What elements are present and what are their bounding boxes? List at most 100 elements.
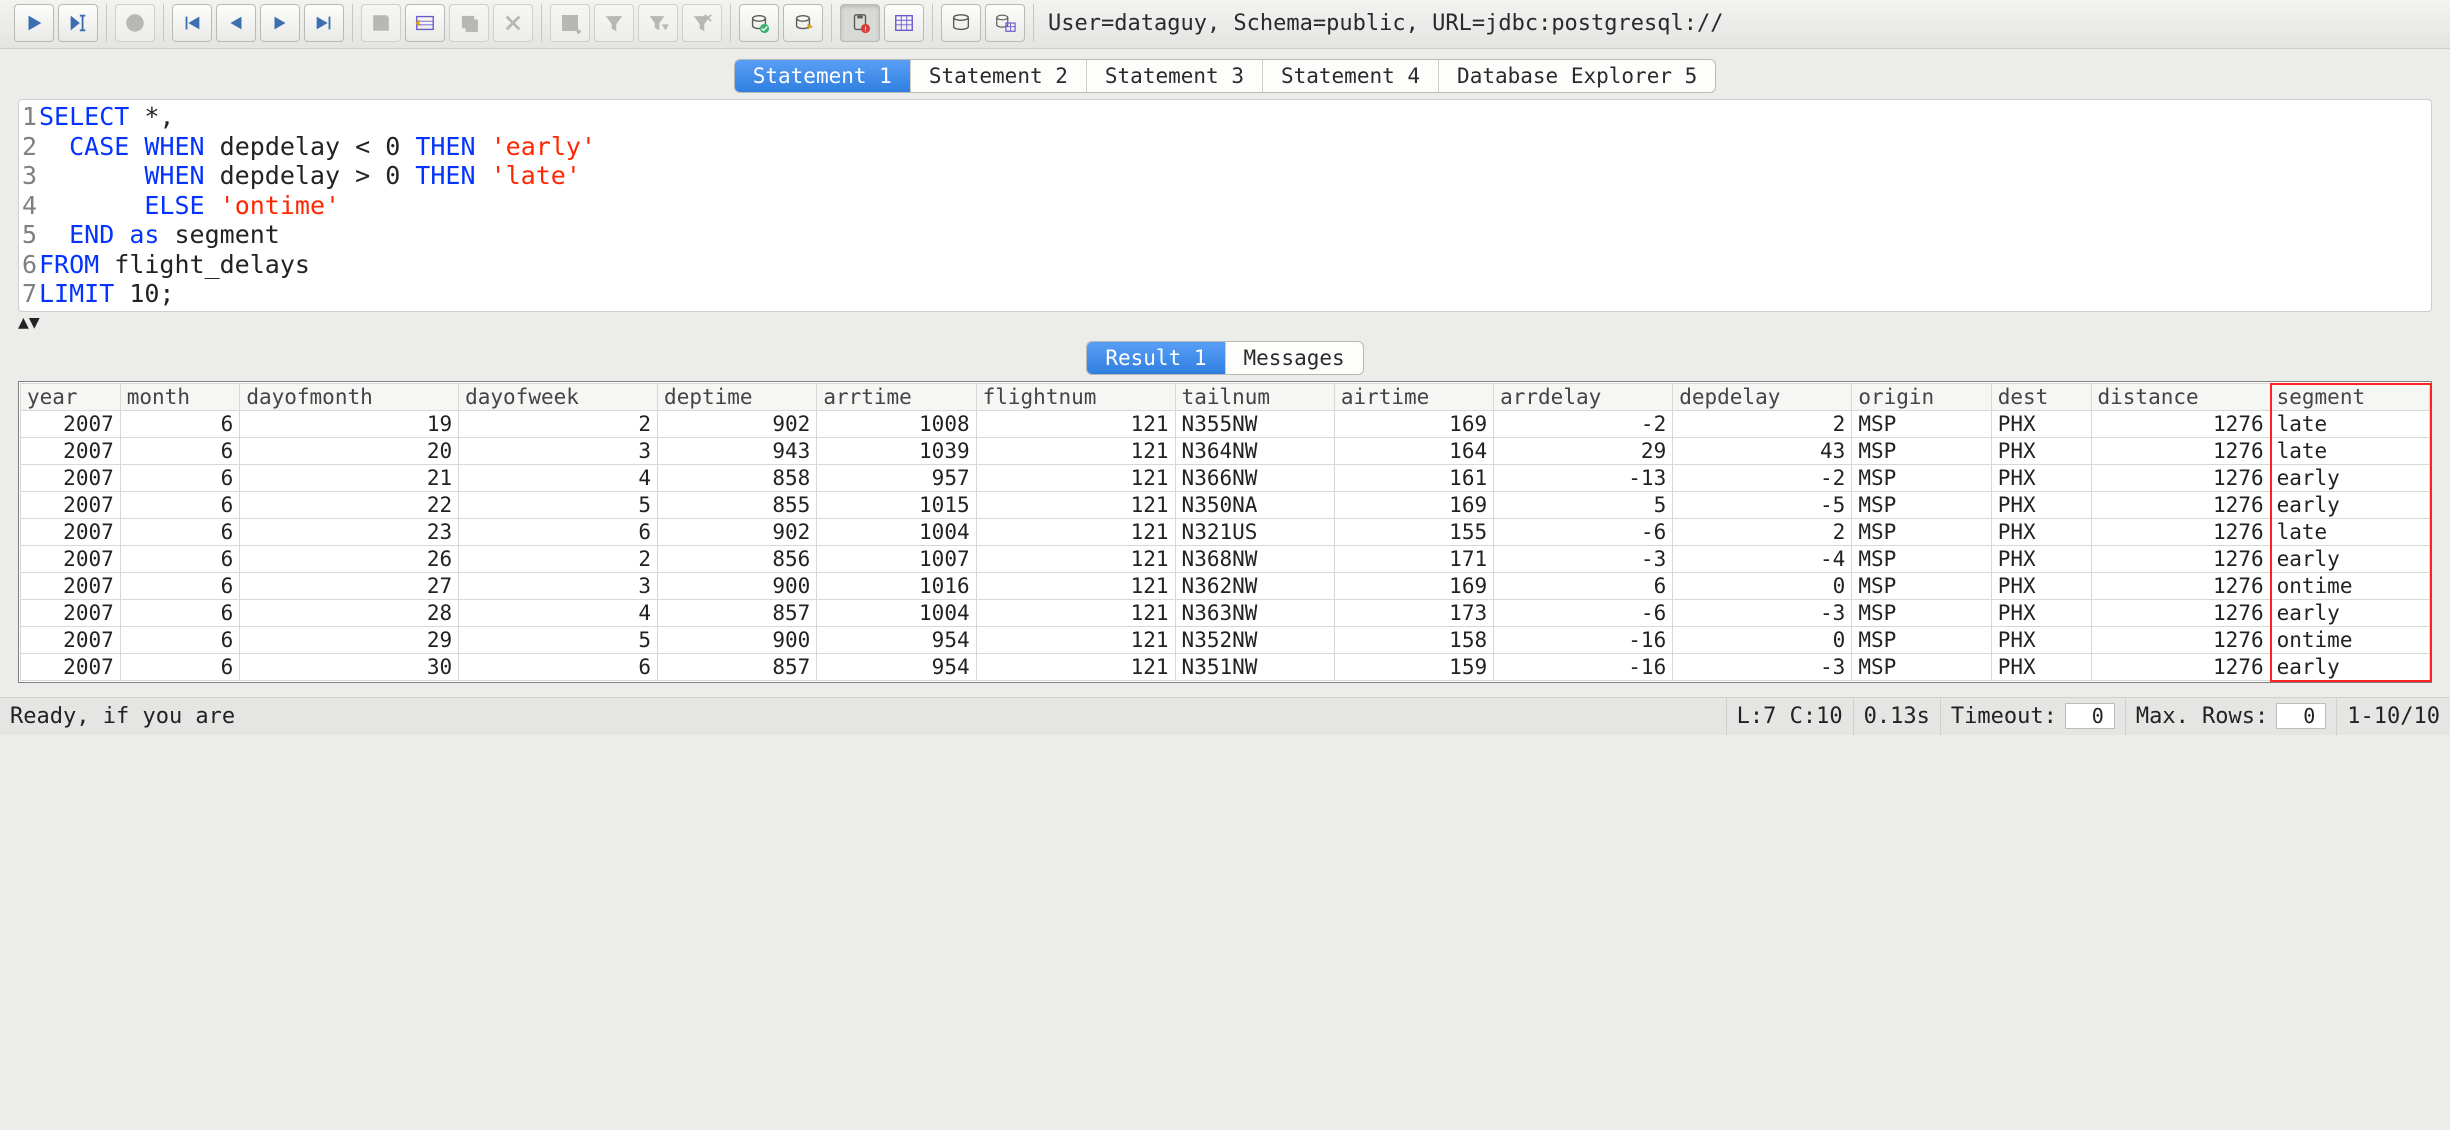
cell[interactable]: 858 xyxy=(658,464,817,491)
cell[interactable]: 1004 xyxy=(817,599,976,626)
column-header[interactable]: arrtime xyxy=(817,383,976,410)
cell[interactable]: -16 xyxy=(1494,653,1673,680)
statement-tab[interactable]: Statement 4 xyxy=(1263,60,1439,92)
cell[interactable]: MSP xyxy=(1852,626,1991,653)
cell[interactable]: 1039 xyxy=(817,437,976,464)
statement-tab[interactable]: Statement 1 xyxy=(735,60,911,92)
table-row[interactable]: 200762258551015121N350NA1695-5MSPPHX1276… xyxy=(21,491,2430,518)
cell[interactable]: PHX xyxy=(1991,437,2091,464)
execute-cursor-button[interactable] xyxy=(58,4,98,42)
cell[interactable]: N366NW xyxy=(1175,464,1334,491)
cell[interactable]: -13 xyxy=(1494,464,1673,491)
cell[interactable]: 2 xyxy=(459,410,658,437)
cell[interactable]: MSP xyxy=(1852,599,1991,626)
cell[interactable]: 2007 xyxy=(21,518,121,545)
table-row[interactable]: 200762848571004121N363NW173-6-3MSPPHX127… xyxy=(21,599,2430,626)
cell[interactable]: 1008 xyxy=(817,410,976,437)
cell[interactable]: -2 xyxy=(1494,410,1673,437)
cell[interactable]: 2007 xyxy=(21,464,121,491)
table-row[interactable]: 200762628561007121N368NW171-3-4MSPPHX127… xyxy=(21,545,2430,572)
prev-record-button[interactable] xyxy=(216,4,256,42)
cell[interactable]: 1007 xyxy=(817,545,976,572)
cell[interactable]: 1276 xyxy=(2091,464,2270,491)
cell[interactable]: 21 xyxy=(240,464,459,491)
cell[interactable]: 957 xyxy=(817,464,976,491)
cell[interactable]: 29 xyxy=(1494,437,1673,464)
cell[interactable]: PHX xyxy=(1991,545,2091,572)
column-header[interactable]: arrdelay xyxy=(1494,383,1673,410)
cell[interactable]: 6 xyxy=(459,653,658,680)
cell[interactable]: late xyxy=(2270,410,2429,437)
table-row[interactable]: 20076306857954121N351NW159-16-3MSPPHX127… xyxy=(21,653,2430,680)
cell[interactable]: 3 xyxy=(459,437,658,464)
cell[interactable]: 121 xyxy=(976,626,1175,653)
table-row[interactable]: 200762739001016121N362NW16960MSPPHX1276o… xyxy=(21,572,2430,599)
column-header[interactable]: year xyxy=(21,383,121,410)
cell[interactable]: 6 xyxy=(120,626,240,653)
cell[interactable]: 2007 xyxy=(21,626,121,653)
cell[interactable]: MSP xyxy=(1852,437,1991,464)
cell[interactable]: 159 xyxy=(1334,653,1493,680)
table-row[interactable]: 20076295900954121N352NW158-160MSPPHX1276… xyxy=(21,626,2430,653)
cell[interactable]: -5 xyxy=(1673,491,1852,518)
cell[interactable]: -6 xyxy=(1494,518,1673,545)
cell[interactable]: N351NW xyxy=(1175,653,1334,680)
cell[interactable]: 20 xyxy=(240,437,459,464)
cell[interactable]: 121 xyxy=(976,491,1175,518)
cell[interactable]: 22 xyxy=(240,491,459,518)
sql-editor[interactable]: 1SELECT *,2 CASE WHEN depdelay < 0 THEN … xyxy=(18,99,2432,312)
cell[interactable]: N362NW xyxy=(1175,572,1334,599)
cell[interactable]: 43 xyxy=(1673,437,1852,464)
cell[interactable]: 954 xyxy=(817,626,976,653)
cell[interactable]: -16 xyxy=(1494,626,1673,653)
cell[interactable]: 23 xyxy=(240,518,459,545)
column-header[interactable]: dest xyxy=(1991,383,2091,410)
cell[interactable]: MSP xyxy=(1852,653,1991,680)
cell[interactable]: N321US xyxy=(1175,518,1334,545)
cell[interactable]: 1276 xyxy=(2091,437,2270,464)
cell[interactable]: 161 xyxy=(1334,464,1493,491)
cell[interactable]: 6 xyxy=(120,572,240,599)
column-header[interactable]: flightnum xyxy=(976,383,1175,410)
cell[interactable]: 2007 xyxy=(21,572,121,599)
cell[interactable]: 2007 xyxy=(21,410,121,437)
result-tab[interactable]: Messages xyxy=(1226,342,1363,374)
cell[interactable]: N368NW xyxy=(1175,545,1334,572)
cell[interactable]: early xyxy=(2270,545,2429,572)
table-row[interactable]: 200762039431039121N364NW1642943MSPPHX127… xyxy=(21,437,2430,464)
cell[interactable]: 26 xyxy=(240,545,459,572)
cell[interactable]: 4 xyxy=(459,464,658,491)
cell[interactable]: 6 xyxy=(120,518,240,545)
cell[interactable]: 855 xyxy=(658,491,817,518)
cell[interactable]: PHX xyxy=(1991,626,2091,653)
column-header[interactable]: deptime xyxy=(658,383,817,410)
cell[interactable]: ontime xyxy=(2270,572,2429,599)
next-record-button[interactable] xyxy=(260,4,300,42)
first-record-button[interactable] xyxy=(172,4,212,42)
cell[interactable]: 171 xyxy=(1334,545,1493,572)
cell[interactable]: 121 xyxy=(976,653,1175,680)
cell[interactable]: 169 xyxy=(1334,491,1493,518)
db-object-button[interactable] xyxy=(941,4,981,42)
cell[interactable]: -3 xyxy=(1673,599,1852,626)
cell[interactable]: 121 xyxy=(976,572,1175,599)
last-record-button[interactable] xyxy=(304,4,344,42)
cell[interactable]: 6 xyxy=(120,437,240,464)
cell[interactable]: 4 xyxy=(459,599,658,626)
cell[interactable]: 6 xyxy=(120,599,240,626)
cell[interactable]: 2007 xyxy=(21,599,121,626)
column-header[interactable]: tailnum xyxy=(1175,383,1334,410)
cell[interactable]: 6 xyxy=(459,518,658,545)
cell[interactable]: 121 xyxy=(976,518,1175,545)
cell[interactable]: late xyxy=(2270,437,2429,464)
cell[interactable]: 158 xyxy=(1334,626,1493,653)
editor-resize-handle[interactable]: ▲▼ xyxy=(0,312,2450,333)
execute-button[interactable] xyxy=(14,4,54,42)
cell[interactable]: 27 xyxy=(240,572,459,599)
cell[interactable]: MSP xyxy=(1852,491,1991,518)
maxrows-value[interactable]: 0 xyxy=(2276,703,2326,729)
rollback-button[interactable] xyxy=(783,4,823,42)
cell[interactable]: 6 xyxy=(120,410,240,437)
cell[interactable]: N352NW xyxy=(1175,626,1334,653)
cell[interactable]: early xyxy=(2270,464,2429,491)
